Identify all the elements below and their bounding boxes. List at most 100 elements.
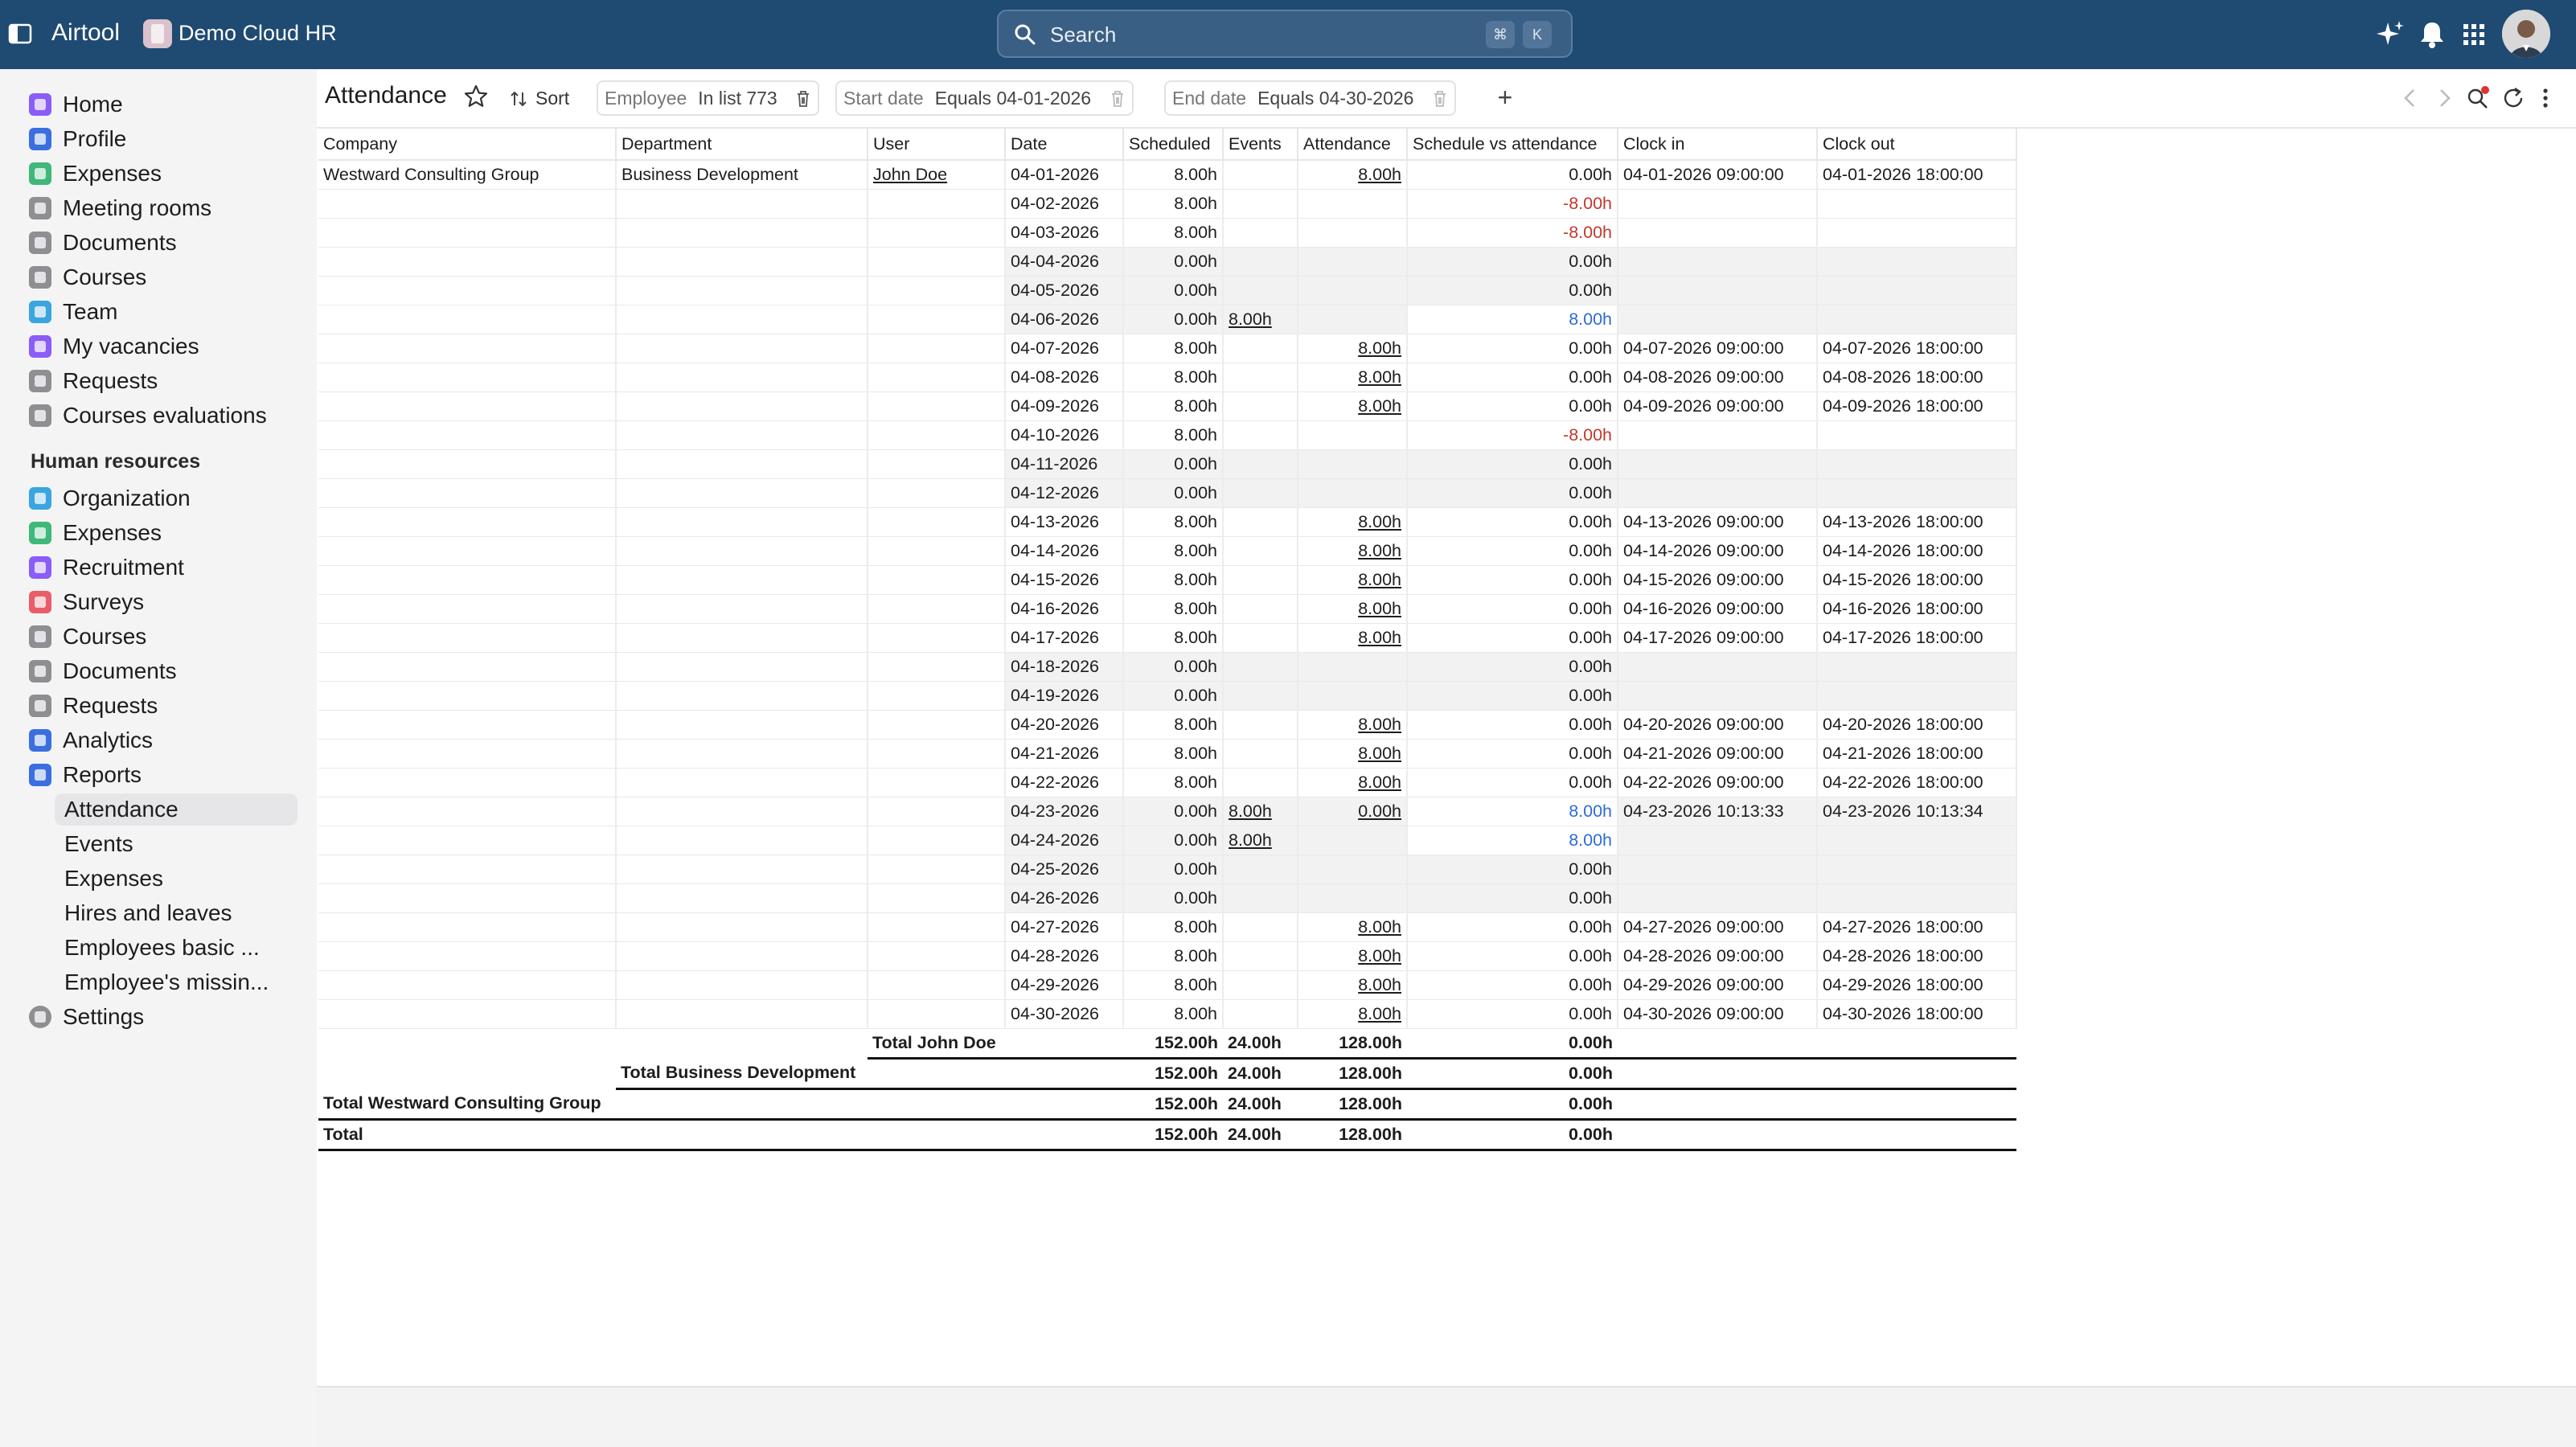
sidebar-item-profile[interactable]: Profile bbox=[29, 123, 302, 155]
column-header-schedule-vs-attendance[interactable]: Schedule vs attendance bbox=[1407, 129, 1618, 161]
cell-events-link[interactable]: 8.00h bbox=[1229, 309, 1272, 329]
cell-attendance-link[interactable]: 0.00h bbox=[1358, 801, 1401, 821]
search-box[interactable]: Search ⌘ K bbox=[997, 10, 1573, 58]
sidebar-item-surveys[interactable]: Surveys bbox=[29, 586, 302, 618]
sidebar-item-team[interactable]: Team bbox=[29, 296, 302, 328]
cell-events-link[interactable]: 8.00h bbox=[1229, 801, 1272, 821]
filter-end-date[interactable]: End date Equals 04-30-2026 bbox=[1164, 80, 1456, 116]
sidebar-subitem-employees-missing[interactable]: Employee's missin... bbox=[64, 966, 299, 998]
column-header-scheduled[interactable]: Scheduled bbox=[1123, 129, 1224, 161]
cell-attendance[interactable]: 8.00h bbox=[1298, 970, 1408, 1000]
search-records-icon[interactable] bbox=[2465, 85, 2491, 111]
cell-attendance[interactable]: 8.00h bbox=[1298, 363, 1408, 392]
column-header-department[interactable]: Department bbox=[616, 129, 868, 161]
chevron-left-icon[interactable] bbox=[2398, 85, 2423, 111]
user-avatar[interactable] bbox=[2502, 10, 2550, 58]
cell-attendance-link[interactable]: 8.00h bbox=[1358, 367, 1401, 387]
cell-attendance-link[interactable]: 8.00h bbox=[1358, 628, 1401, 647]
cell-attendance-link[interactable]: 8.00h bbox=[1358, 715, 1401, 734]
refresh-icon[interactable] bbox=[2500, 85, 2526, 111]
trash-icon[interactable] bbox=[1432, 90, 1448, 108]
column-header-date[interactable]: Date bbox=[1005, 129, 1124, 161]
cell-attendance-link[interactable]: 8.00h bbox=[1358, 541, 1401, 560]
sidebar-item-analytics[interactable]: Analytics bbox=[29, 724, 302, 756]
cell-attendance-link[interactable]: 8.00h bbox=[1358, 165, 1401, 184]
sidebar-item-my-vacancies[interactable]: My vacancies bbox=[29, 330, 302, 363]
sidebar-subitem-employees-basic[interactable]: Employees basic ... bbox=[64, 932, 299, 964]
chevron-right-icon[interactable] bbox=[2431, 85, 2457, 111]
cell-events[interactable]: 8.00h bbox=[1223, 826, 1298, 855]
cell-attendance-link[interactable]: 8.00h bbox=[1358, 744, 1401, 763]
cell-attendance[interactable]: 0.00h bbox=[1298, 797, 1408, 826]
workspace-name[interactable]: Demo Cloud HR bbox=[178, 21, 337, 46]
cell-attendance[interactable]: 8.00h bbox=[1298, 565, 1408, 595]
trash-icon[interactable] bbox=[795, 90, 811, 108]
cell-attendance[interactable]: 8.00h bbox=[1298, 941, 1408, 971]
cell-attendance-link[interactable]: 8.00h bbox=[1358, 599, 1401, 618]
sidebar-item-organization[interactable]: Organization bbox=[29, 482, 302, 514]
sidebar-item-hr-requests[interactable]: Requests bbox=[29, 690, 302, 722]
sidebar-subitem-attendance[interactable]: Attendance bbox=[55, 793, 297, 826]
favorite-star-icon[interactable] bbox=[463, 84, 489, 109]
ai-sparkle-icon[interactable] bbox=[2373, 18, 2407, 51]
column-header-attendance[interactable]: Attendance bbox=[1298, 129, 1408, 161]
cell-attendance-link[interactable]: 8.00h bbox=[1358, 512, 1401, 531]
sidebar-toggle-icon[interactable] bbox=[8, 22, 32, 46]
cell-attendance[interactable]: 8.00h bbox=[1298, 160, 1408, 190]
sidebar-subitem-events[interactable]: Events bbox=[64, 828, 299, 860]
cell-attendance[interactable]: 8.00h bbox=[1298, 623, 1408, 653]
more-options-icon[interactable] bbox=[2533, 85, 2558, 111]
column-header-user[interactable]: User bbox=[868, 129, 1006, 161]
cell-attendance-link[interactable]: 8.00h bbox=[1358, 975, 1401, 994]
sidebar-subitem-expenses[interactable]: Expenses bbox=[64, 863, 299, 895]
column-header-events[interactable]: Events bbox=[1223, 129, 1298, 161]
cell-attendance[interactable]: 8.00h bbox=[1298, 594, 1408, 624]
sidebar-item-courses-evaluations[interactable]: Courses evaluations bbox=[29, 400, 302, 432]
cell-attendance-link[interactable]: 8.00h bbox=[1358, 396, 1401, 416]
add-filter-button[interactable]: + bbox=[1487, 80, 1523, 116]
notifications-bell-icon[interactable] bbox=[2415, 18, 2449, 51]
apps-grid-icon[interactable] bbox=[2457, 18, 2491, 51]
cell-attendance[interactable]: 8.00h bbox=[1298, 912, 1408, 942]
sort-button[interactable]: Sort bbox=[502, 80, 577, 116]
sidebar-item-recruitment[interactable]: Recruitment bbox=[29, 551, 302, 584]
cell-attendance[interactable]: 8.00h bbox=[1298, 334, 1408, 363]
sidebar-item-home[interactable]: Home bbox=[29, 88, 302, 121]
cell-attendance-link[interactable]: 8.00h bbox=[1358, 338, 1401, 358]
cell-attendance-link[interactable]: 8.00h bbox=[1358, 773, 1401, 792]
cell-events[interactable]: 8.00h bbox=[1223, 305, 1298, 334]
cell-attendance[interactable]: 8.00h bbox=[1298, 507, 1408, 537]
trash-icon[interactable] bbox=[1110, 90, 1126, 108]
sidebar-item-hr-documents[interactable]: Documents bbox=[29, 655, 302, 687]
cell-attendance[interactable]: 8.00h bbox=[1298, 739, 1408, 769]
sidebar-item-reports[interactable]: Reports bbox=[29, 759, 302, 791]
sidebar-subitem-hires-and-leaves[interactable]: Hires and leaves bbox=[64, 897, 299, 929]
cell-events-link[interactable]: 8.00h bbox=[1229, 830, 1272, 850]
cell-attendance-link[interactable]: 8.00h bbox=[1358, 917, 1401, 937]
sidebar-item-meeting-rooms[interactable]: Meeting rooms bbox=[29, 192, 302, 224]
sidebar-item-hr-courses[interactable]: Courses bbox=[29, 621, 302, 653]
sidebar-item-courses[interactable]: Courses bbox=[29, 261, 302, 293]
cell-attendance[interactable]: 8.00h bbox=[1298, 391, 1408, 421]
filter-start-date[interactable]: Start date Equals 04-01-2026 bbox=[835, 80, 1134, 116]
sidebar-item-settings[interactable]: Settings bbox=[29, 1001, 302, 1033]
cell-attendance-link[interactable]: 8.00h bbox=[1358, 946, 1401, 965]
column-header-clock-out[interactable]: Clock out bbox=[1817, 129, 2017, 161]
cell-attendance[interactable]: 8.00h bbox=[1298, 999, 1408, 1029]
sidebar-item-requests[interactable]: Requests bbox=[29, 365, 302, 397]
cell-attendance-link[interactable]: 8.00h bbox=[1358, 1004, 1401, 1023]
cell-attendance[interactable]: 8.00h bbox=[1298, 768, 1408, 797]
sidebar-item-hr-expenses[interactable]: Expenses bbox=[29, 517, 302, 549]
column-header-clock-in[interactable]: Clock in bbox=[1618, 129, 1818, 161]
cell-attendance[interactable]: 8.00h bbox=[1298, 710, 1408, 740]
sidebar-item-documents[interactable]: Documents bbox=[29, 227, 302, 259]
cell-events[interactable]: 8.00h bbox=[1223, 797, 1298, 826]
cell-user[interactable]: John Doe bbox=[868, 160, 1006, 190]
sidebar-item-expenses[interactable]: Expenses bbox=[29, 158, 302, 190]
cell-attendance-link[interactable]: 8.00h bbox=[1358, 570, 1401, 589]
cell-attendance[interactable]: 8.00h bbox=[1298, 536, 1408, 566]
app-name[interactable]: Airtool bbox=[51, 19, 120, 47]
filter-employee[interactable]: Employee In list 773 bbox=[597, 80, 820, 116]
cell-user-link[interactable]: John Doe bbox=[873, 165, 947, 184]
column-header-company[interactable]: Company bbox=[318, 129, 617, 161]
